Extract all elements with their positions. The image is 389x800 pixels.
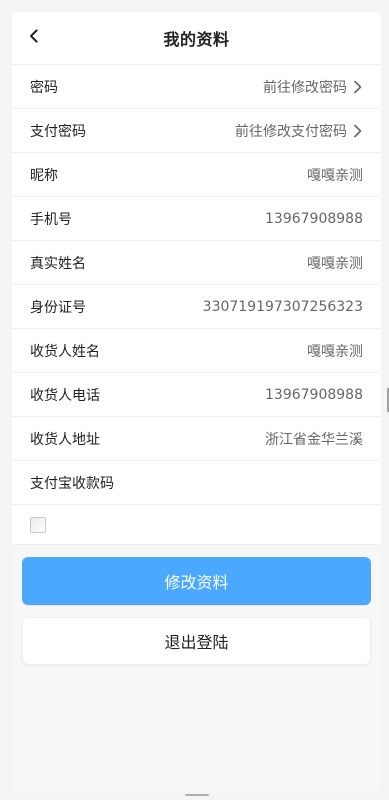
row-alipay-code: 支付宝收款码 [12, 461, 381, 505]
edit-profile-button[interactable]: 修改资料 [22, 557, 371, 605]
broken-image-icon [30, 516, 46, 533]
alipay-code-image-row [12, 505, 381, 545]
chevron-left-icon [25, 27, 43, 49]
row-value-phone: 13967908988 [265, 210, 363, 227]
profile-list: 密码 前往修改密码 支付密码 前往修改支付密码 昵称 嘎嘎亲测 手机号 1396… [12, 64, 381, 545]
row-consignee-phone: 收货人电话 13967908988 [12, 373, 381, 417]
chevron-right-icon [353, 80, 363, 94]
row-pay-password[interactable]: 支付密码 前往修改支付密码 [12, 109, 381, 153]
back-button[interactable] [22, 26, 46, 50]
profile-panel: 我的资料 密码 前往修改密码 支付密码 前往修改支付密码 昵称 嘎嘎亲测 手机号… [12, 12, 381, 792]
row-phone: 手机号 13967908988 [12, 197, 381, 241]
row-value-text-password: 前往修改密码 [263, 79, 347, 96]
row-nickname: 昵称 嘎嘎亲测 [12, 153, 381, 197]
page-title: 我的资料 [163, 30, 230, 49]
logout-button[interactable]: 退出登陆 [22, 617, 371, 665]
row-value-password: 前往修改密码 [263, 77, 363, 97]
chevron-right-icon [353, 124, 363, 138]
row-consignee-address: 收货人地址 浙江省金华兰溪 [12, 417, 381, 461]
row-value-consignee-name: 嘎嘎亲测 [307, 343, 363, 360]
row-label-consignee-name: 收货人姓名 [30, 343, 100, 360]
row-consignee-name: 收货人姓名 嘎嘎亲测 [12, 329, 381, 373]
row-label-pay-password: 支付密码 [30, 123, 86, 140]
row-label-nickname: 昵称 [30, 167, 58, 184]
row-label-phone: 手机号 [30, 211, 72, 228]
row-password[interactable]: 密码 前往修改密码 [12, 65, 381, 109]
row-value-text-pay-password: 前往修改支付密码 [235, 123, 347, 140]
row-label-id-number: 身份证号 [30, 299, 86, 316]
row-value-real-name: 嘎嘎亲测 [307, 255, 363, 272]
row-label-alipay-code: 支付宝收款码 [30, 475, 114, 492]
header: 我的资料 [12, 12, 381, 64]
row-value-pay-password: 前往修改支付密码 [235, 121, 363, 141]
row-real-name: 真实姓名 嘎嘎亲测 [12, 241, 381, 285]
row-value-nickname: 嘎嘎亲测 [307, 167, 363, 184]
row-value-consignee-address: 浙江省金华兰溪 [265, 431, 363, 448]
row-value-id-number: 330719197307256323 [202, 298, 363, 315]
screen: 我的资料 密码 前往修改密码 支付密码 前往修改支付密码 昵称 嘎嘎亲测 手机号… [0, 0, 389, 800]
row-label-consignee-address: 收货人地址 [30, 431, 100, 448]
row-label-password: 密码 [30, 79, 58, 96]
row-label-consignee-phone: 收货人电话 [30, 387, 100, 404]
row-id-number: 身份证号 330719197307256323 [12, 285, 381, 329]
row-value-consignee-phone: 13967908988 [265, 386, 363, 403]
home-indicator [185, 794, 209, 796]
actions: 修改资料 退出登陆 [12, 545, 381, 665]
row-label-real-name: 真实姓名 [30, 255, 86, 272]
